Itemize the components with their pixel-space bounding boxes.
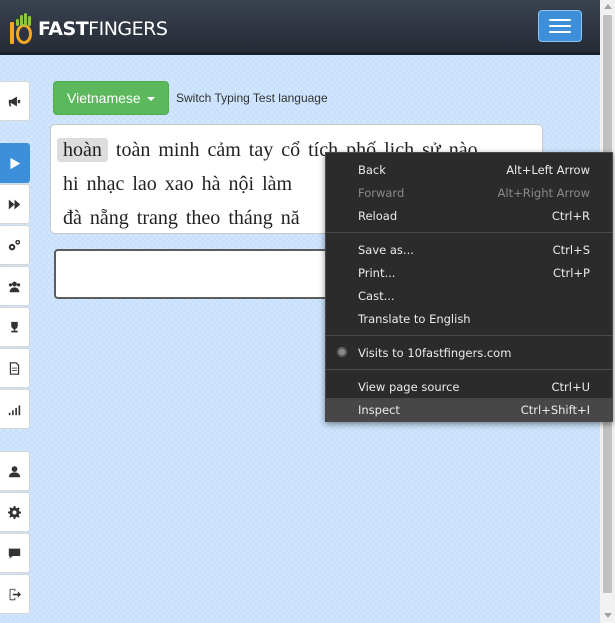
context-menu-item-label: Visits to 10fastfingers.com — [358, 345, 512, 360]
context-menu-item-print[interactable]: Print... Ctrl+P — [326, 261, 612, 284]
context-menu-item-visits-to-10fastfingers-com[interactable]: Visits to 10fastfingers.com — [326, 341, 612, 364]
sidebar-item-advanced-mode[interactable] — [0, 184, 30, 224]
context-menu-item-shortcut: Ctrl+R — [551, 208, 590, 223]
document-icon — [9, 361, 20, 375]
context-menu-item-reload[interactable]: Reload Ctrl+R — [326, 204, 612, 227]
word: nhạc — [86, 173, 125, 195]
word: tháng — [228, 207, 273, 229]
context-menu-item-label: Back — [358, 162, 386, 177]
context-menu-item-cast[interactable]: Cast... — [326, 284, 612, 307]
megaphone-icon — [8, 96, 21, 106]
context-menu-item-back[interactable]: Back Alt+Left Arrow — [326, 158, 612, 181]
sidebar-item-profile[interactable] — [0, 451, 30, 491]
context-menu-item-label: View page source — [358, 379, 460, 394]
cogs-icon — [8, 239, 21, 250]
sidebar-item-logout[interactable] — [0, 574, 30, 614]
word: trang — [136, 207, 178, 229]
scroll-down-arrow-icon[interactable] — [604, 613, 612, 618]
word: minh — [158, 139, 200, 161]
sidebar-item-statistics[interactable] — [0, 389, 30, 429]
context-menu-separator — [326, 369, 612, 370]
word: làm — [262, 173, 293, 195]
logo-text-bold: FAST — [38, 18, 89, 40]
sidebar-item-settings[interactable] — [0, 492, 30, 532]
context-menu-separator — [326, 232, 612, 233]
context-menu-item-inspect[interactable]: Inspect Ctrl+Shift+I — [326, 398, 612, 421]
context-menu-item-label: Translate to English — [358, 311, 471, 326]
context-menu-item-forward: Forward Alt+Right Arrow — [326, 181, 612, 204]
gear-icon — [8, 505, 21, 519]
top-navbar: FASTFINGERS — [0, 0, 600, 55]
caret-down-icon — [146, 97, 155, 101]
site-logo[interactable]: FASTFINGERS — [10, 6, 168, 46]
context-menu-item-save-as[interactable]: Save as... Ctrl+S — [326, 238, 612, 261]
word: cảm — [207, 139, 241, 161]
signal-bars-icon — [8, 404, 21, 415]
context-menu-item-shortcut: Ctrl+S — [552, 242, 590, 257]
context-menu-item-label: Cast... — [358, 288, 395, 303]
logo-text: FASTFINGERS — [38, 16, 168, 46]
context-menu-item-label: Forward — [358, 185, 405, 200]
word: nẵng — [89, 207, 129, 229]
context-menu-item-label: Inspect — [358, 402, 400, 417]
user-icon — [8, 465, 21, 477]
logo-text-light: FINGERS — [88, 18, 168, 40]
word: hi — [63, 173, 79, 195]
chat-bubble-icon — [8, 548, 21, 558]
word: tay — [248, 139, 274, 161]
switch-language-label: Switch Typing Test language — [176, 91, 328, 105]
sidebar-item-competitions[interactable] — [0, 307, 30, 347]
play-icon — [10, 157, 21, 169]
word: lao — [132, 173, 157, 195]
logout-icon — [9, 588, 21, 600]
word: nă — [280, 207, 300, 229]
hamburger-menu-icon — [549, 19, 571, 21]
10fastfingers-logo-icon — [10, 8, 36, 46]
sidebar-item-typing-test[interactable] — [0, 143, 30, 183]
language-selected-label: Vietnamese — [67, 90, 141, 106]
sidebar-item-text-practice[interactable] — [0, 348, 30, 388]
scroll-up-arrow-icon[interactable] — [604, 4, 612, 9]
context-menu-item-view-page-source[interactable]: View page source Ctrl+U — [326, 375, 612, 398]
extension-icon — [337, 347, 347, 357]
word: nội — [228, 173, 255, 195]
fast-forward-icon — [8, 199, 21, 209]
context-menu-item-shortcut: Alt+Left Arrow — [506, 162, 590, 177]
word: toàn — [115, 139, 151, 161]
context-menu-item-shortcut: Alt+Right Arrow — [497, 185, 590, 200]
context-menu-item-shortcut: Ctrl+P — [552, 265, 590, 280]
context-menu-item-translate-to-english[interactable]: Translate to English — [326, 307, 612, 330]
context-menu-item-label: Reload — [358, 208, 398, 223]
context-menu: Back Alt+Left Arrow Forward Alt+Right Arrow… — [325, 152, 613, 422]
trophy-icon — [11, 321, 18, 332]
word: hà — [201, 173, 221, 195]
context-menu-item-label: Save as... — [358, 242, 414, 257]
current-word: hoàn — [57, 138, 108, 162]
context-menu-item-label: Print... — [358, 265, 396, 280]
language-dropdown-button[interactable]: Vietnamese — [53, 81, 169, 115]
users-icon — [8, 281, 21, 292]
word: cổ — [281, 139, 301, 161]
sidebar-item-custom-test[interactable] — [0, 225, 30, 265]
context-menu-separator — [326, 335, 612, 336]
hamburger-menu-button[interactable] — [538, 10, 582, 42]
word: theo — [185, 207, 221, 229]
context-menu-item-shortcut: Ctrl+U — [551, 379, 590, 394]
word: đà — [63, 207, 82, 229]
sidebar-item-messages[interactable] — [0, 533, 30, 573]
sidebar-item-announcements[interactable] — [0, 81, 30, 121]
word: xao — [164, 173, 194, 195]
sidebar-item-multiplayer[interactable] — [0, 266, 30, 306]
context-menu-item-shortcut: Ctrl+Shift+I — [520, 402, 590, 417]
